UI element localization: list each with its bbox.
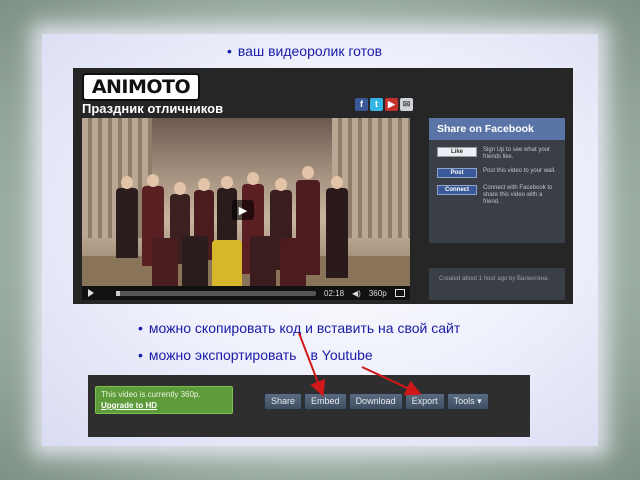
video-title: Праздник отличников [82,101,224,116]
bullet-text-youtube: в Youtube [310,347,373,363]
connect-button[interactable]: Connect [437,185,477,195]
hd-status-text: This video is currently 360p. [101,390,201,399]
toolbar-screenshot: This video is currently 360p. Upgrade to… [88,375,530,437]
child-head [174,182,186,195]
play-icon[interactable] [88,289,94,297]
child-figure [250,236,276,286]
share-heading: Share on Facebook [429,118,565,140]
upgrade-hd-link[interactable]: Upgrade to HD [101,401,227,410]
tools-button[interactable]: Tools ▾ [446,393,489,410]
child-head [302,166,314,179]
play-button[interactable]: ▶ [232,200,254,220]
child-head [247,172,259,185]
child-figure [152,238,178,286]
quality-selector[interactable]: 360p [369,289,387,298]
youtube-icon[interactable]: ▶ [385,98,398,111]
seek-progress [116,290,120,296]
share-row-text: Post this video to your wall. [483,168,556,174]
player-controls: 02:18 ◀) 360p [82,286,410,300]
bullet-copy-code: • можно скопировать код и вставить на сво… [138,320,460,336]
post-button[interactable]: Post [437,168,477,178]
tools-label: Tools [453,396,475,406]
bullet-text: можно экспортировать [148,347,297,363]
volume-icon[interactable]: ◀) [352,289,361,298]
like-button[interactable]: Like [437,147,477,157]
child-figure [116,188,138,258]
child-figure [326,188,348,278]
child-head [275,178,287,191]
share-row-text: Sign Up to see what your friends like. [483,147,551,160]
download-button[interactable]: Download [348,393,403,410]
animoto-screenshot: ANIMOTO Праздник отличников f t ▶ ✉ ▶ 02… [73,68,573,304]
child-head [121,176,133,189]
share-row: Connect Connect with Facebook to share t… [437,185,557,206]
bullet-text: ваш видеоролик готов [237,43,383,59]
animoto-logo[interactable]: ANIMOTO [82,73,200,101]
bullet-dot: • [138,320,143,336]
share-row-text: Connect with Facebook to share this vide… [483,185,553,205]
facebook-icon[interactable]: f [355,98,368,111]
bullet-export: • можно экспортировать в Youtube [138,347,373,363]
bullet-dot: • [227,43,232,59]
bullet-dot: • [138,347,143,363]
share-panel: Share on Facebook Like Sign Up to see wh… [429,118,565,243]
yellow-sign [212,240,242,286]
chevron-down-icon: ▾ [477,396,482,406]
fullscreen-icon[interactable] [394,289,405,297]
child-head [221,176,233,189]
share-button[interactable]: Share [264,393,303,410]
export-button[interactable]: Export [404,393,445,410]
email-icon[interactable]: ✉ [400,98,413,111]
child-head [147,174,159,187]
created-info: Created about 1 hour ago by Валентина. [429,268,565,300]
embed-button[interactable]: Embed [304,393,347,410]
child-figure [182,236,208,286]
child-head [198,178,210,191]
social-icons: f t ▶ ✉ [355,98,413,111]
bullet-video-ready: • ваш видеоролик готов [227,43,382,59]
action-buttons: Share Embed Download Export Tools ▾ [264,393,489,410]
child-figure [280,238,306,286]
time-display: 02:18 [324,288,345,298]
child-head [331,176,343,189]
seek-bar[interactable] [116,290,316,296]
share-row: Like Sign Up to see what your friends li… [437,147,557,161]
share-row: Post Post this video to your wall. [437,168,557,178]
twitter-icon[interactable]: t [370,98,383,111]
video-player[interactable]: ▶ [82,118,410,286]
bullet-text: можно скопировать код и вставить на свой… [148,320,461,336]
hd-notice: This video is currently 360p. Upgrade to… [95,386,233,414]
